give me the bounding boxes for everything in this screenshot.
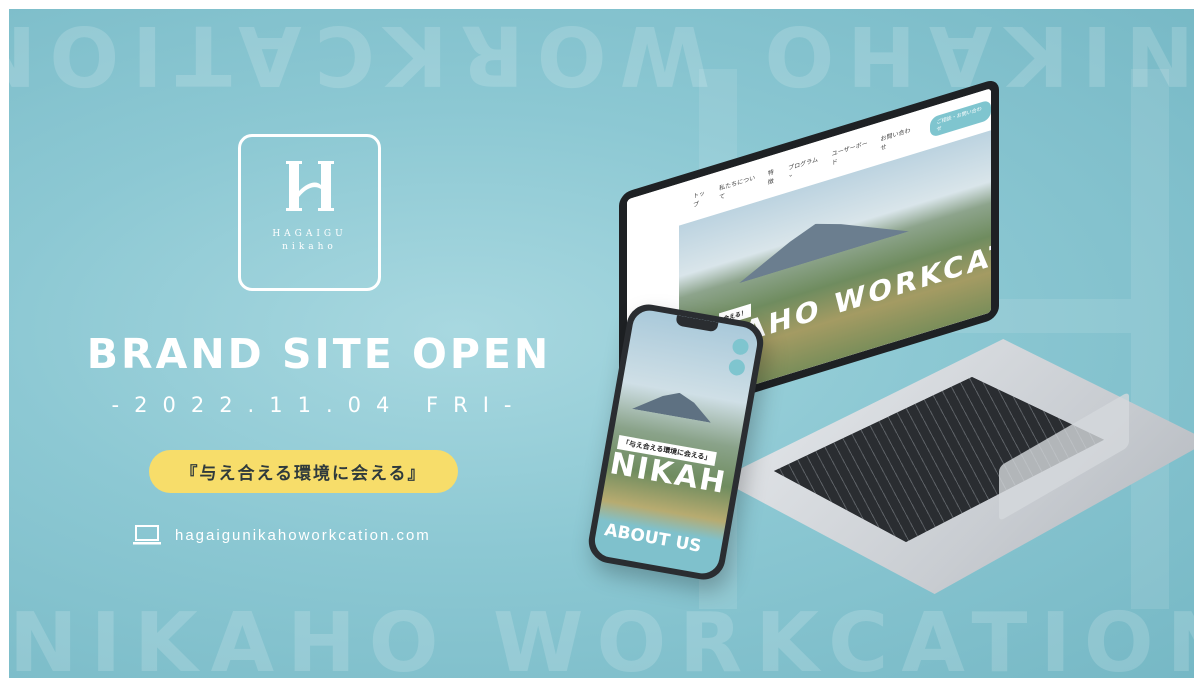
- phone-notch: [675, 315, 719, 333]
- headline: BRAND SITE OPEN: [86, 330, 552, 378]
- banner: NIKAHO WORKCATION NIKAHO WORKCATION HAGA…: [9, 9, 1194, 678]
- site-nav-item: ユーザーボード: [831, 140, 868, 167]
- logo-line-1: HAGAIGU: [272, 229, 347, 239]
- site-url-text: hagaigunikahoworkcation.com: [175, 526, 431, 544]
- mountain-shape: [632, 385, 715, 423]
- h-logo-icon: [283, 157, 337, 215]
- site-nav-item: 特徴: [767, 169, 774, 187]
- tagline-pill: 『与え合える環境に会える』: [149, 450, 458, 493]
- launch-date: -2022.11.04 FRI-: [111, 393, 527, 417]
- hagaigu-logo: HAGAIGU nikaho: [238, 134, 381, 291]
- menu-icon: [731, 337, 750, 357]
- laptop-icon: [133, 524, 161, 546]
- phone-about-heading: ABOUT US: [602, 520, 703, 557]
- logo-line-2: nikaho: [282, 242, 337, 252]
- mountain-shape: [739, 191, 909, 283]
- site-nav-item: トップ: [693, 190, 706, 210]
- globe-icon: [727, 358, 747, 377]
- site-url[interactable]: hagaigunikahoworkcation.com: [133, 524, 431, 546]
- site-nav-item: 私たちについて: [719, 175, 756, 202]
- site-nav-item: プログラム ⌄: [788, 157, 818, 180]
- site-nav-item: お問い合わせ: [880, 127, 911, 153]
